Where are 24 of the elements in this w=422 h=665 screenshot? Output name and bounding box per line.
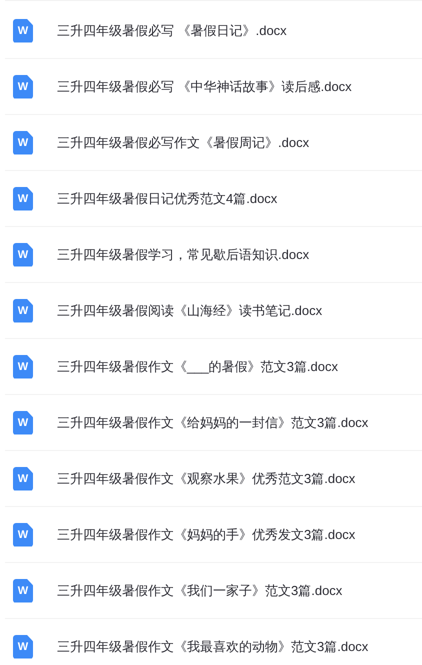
file-name[interactable]: 三升四年级暑假作文《观察水果》优秀范文3篇.docx bbox=[57, 470, 356, 488]
word-document-icon: W bbox=[13, 186, 33, 210]
file-name[interactable]: 三升四年级暑假必写作文《暑假周记》.docx bbox=[57, 134, 310, 152]
file-name[interactable]: 三升四年级暑假阅读《山海经》读书笔记.docx bbox=[57, 302, 322, 320]
file-name[interactable]: 三升四年级暑假日记优秀范文4篇.docx bbox=[57, 190, 278, 208]
word-document-icon: W bbox=[13, 578, 33, 602]
word-document-icon: W bbox=[13, 410, 33, 434]
file-name[interactable]: 三升四年级暑假必写 《暑假日记》.docx bbox=[57, 22, 287, 40]
file-name[interactable]: 三升四年级暑假作文《给妈妈的一封信》范文3篇.docx bbox=[57, 414, 368, 432]
word-document-icon: W bbox=[13, 634, 33, 658]
file-name[interactable]: 三升四年级暑假作文《妈妈的手》优秀发文3篇.docx bbox=[57, 526, 356, 544]
word-document-icon: W bbox=[13, 18, 33, 42]
file-name[interactable]: 三升四年级暑假作文《___的暑假》范文3篇.docx bbox=[57, 358, 338, 376]
file-name[interactable]: 三升四年级暑假作文《我们一家子》范文3篇.docx bbox=[57, 582, 342, 600]
word-document-icon: W bbox=[13, 466, 33, 490]
word-document-icon: W bbox=[13, 354, 33, 378]
word-document-icon: W bbox=[13, 242, 33, 266]
file-name[interactable]: 三升四年级暑假学习，常见歇后语知识.docx bbox=[57, 246, 310, 264]
word-document-icon: W bbox=[13, 130, 33, 154]
file-name[interactable]: 三升四年级暑假必写 《中华神话故事》读后感.docx bbox=[57, 78, 352, 96]
file-name[interactable]: 三升四年级暑假作文《我最喜欢的动物》范文3篇.docx bbox=[57, 638, 368, 656]
word-document-icon: W bbox=[13, 298, 33, 322]
word-document-icon: W bbox=[13, 74, 33, 98]
word-document-icon: W bbox=[13, 522, 33, 546]
